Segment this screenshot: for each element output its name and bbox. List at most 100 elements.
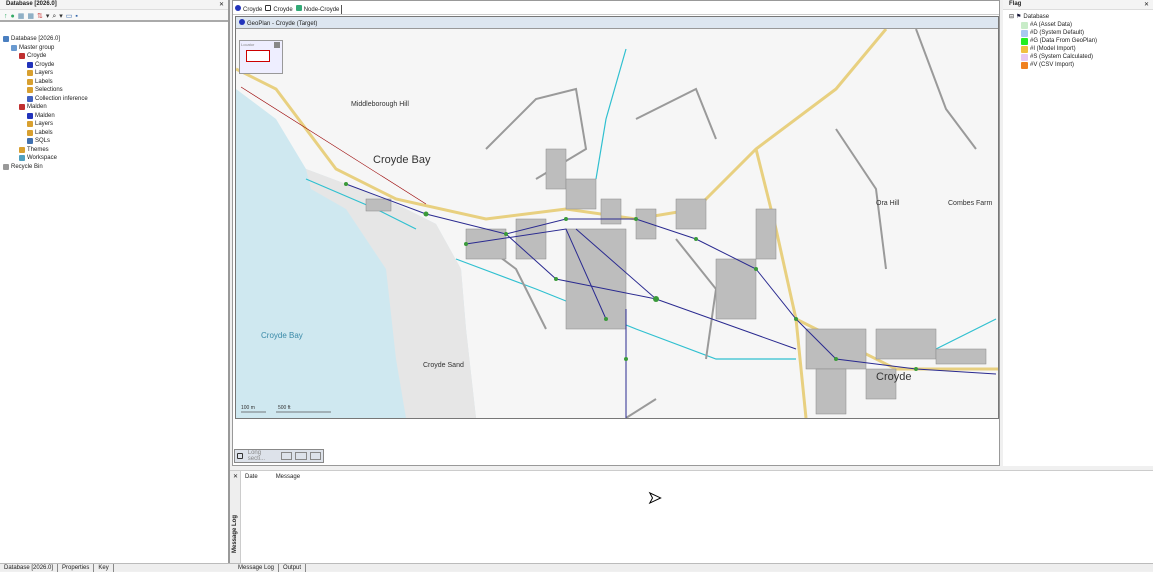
tree-item[interactable]: SQLs <box>3 137 228 146</box>
tree-item-label: Database [2026.0] <box>11 36 61 42</box>
tree-item-label: SQLs <box>35 138 51 144</box>
database-panel: Database [2026.0] ✕ ↑●▦▦⇅▾⌕▾▭▪ Database … <box>0 0 230 563</box>
message-log-side-tab[interactable]: ✕ Message Log <box>230 471 241 564</box>
column-message[interactable]: Message <box>276 474 300 480</box>
center-bottom-tabs: Message Log Output <box>230 563 1153 572</box>
tree-node-icon <box>11 44 17 51</box>
restore-button[interactable] <box>280 452 293 460</box>
database-toolbar: ↑●▦▦⇅▾⌕▾▭▪ <box>0 10 228 22</box>
tree-item-label: Labels <box>35 78 53 85</box>
map-label-middleborough-hill: Middleborough Hill <box>351 101 409 108</box>
tree-item[interactable]: Master group <box>3 44 228 53</box>
tree-item-label: Layers <box>35 70 54 76</box>
tree-item[interactable]: Selections <box>3 86 228 95</box>
close-button[interactable] <box>309 452 321 460</box>
tree-node-icon <box>27 129 33 136</box>
flag-color-swatch <box>1021 46 1028 53</box>
map-label-ora-hill: Ora Hill <box>876 200 900 207</box>
tree-node-icon <box>3 36 9 43</box>
left-bottom-tabs: Database [2026.0] Properties Key <box>0 563 230 572</box>
column-date[interactable]: Date <box>245 474 258 480</box>
close-icon[interactable]: ✕ <box>219 1 224 8</box>
tree-node-icon <box>27 112 33 119</box>
tree-item[interactable]: Croyde <box>3 61 228 70</box>
flag-list: #A (Asset Data) #D (System Default) #G (Da… <box>1009 22 1153 70</box>
flag-root[interactable]: ⊟ ⚑ Database <box>1009 13 1153 22</box>
mouse-cursor: ➤ <box>647 490 662 508</box>
map-label-croyde-sand: Croyde Sand <box>423 362 464 369</box>
tree-node-icon <box>19 155 25 162</box>
window-icon[interactable]: ▭▪ <box>66 13 81 20</box>
tree-item-label: Labels <box>35 129 53 136</box>
tree-item[interactable]: Labels <box>3 78 228 87</box>
locator-view-rect <box>246 50 270 62</box>
long-section-icon <box>237 453 243 459</box>
tree-item[interactable]: Database [2026.0] <box>3 35 228 44</box>
map-label-combes-farm: Combes Farm <box>948 200 993 207</box>
find-icon[interactable]: ▾⌕▾ <box>46 13 66 20</box>
tree-item-label: Selections <box>35 87 63 93</box>
flag-color-swatch <box>1021 30 1028 37</box>
tree-node-icon <box>27 95 33 102</box>
refresh-icon[interactable]: ● <box>11 13 18 20</box>
locator-window[interactable]: Locator <box>239 40 283 74</box>
flag-color-swatch <box>1021 62 1028 69</box>
scale-label-feet: 500 ft <box>278 405 291 411</box>
flag-item-label: #V (CSV Import) <box>1030 62 1075 69</box>
close-icon[interactable]: ✕ <box>1144 1 1149 8</box>
tree-item-label: Malden <box>35 112 55 119</box>
map-label-croyde-bay-sea: Croyde Bay <box>261 331 303 340</box>
tree-node-icon <box>27 78 33 85</box>
long-section-minimized[interactable]: Long secti... <box>234 449 324 463</box>
tree-item-label: Croyde <box>27 53 47 59</box>
tree-node-icon <box>27 138 33 145</box>
tree-item-label: Master group <box>19 44 55 51</box>
flag-color-swatch <box>1021 38 1028 45</box>
geoplan-window: GeoPlan - Croyde (Target) Middleborough … <box>235 16 999 419</box>
tab-croyde-network[interactable]: Croyde <box>235 5 262 14</box>
map-label-croyde-bay-town: Croyde Bay <box>373 154 431 166</box>
tree-item[interactable]: Malden <box>3 112 228 121</box>
sort-icon[interactable]: ⇅ <box>37 13 46 20</box>
message-log-side-label: Message Log <box>232 514 239 554</box>
tree-item[interactable]: Collection inference <box>3 95 228 104</box>
tree-node-icon <box>19 146 25 153</box>
tree-item[interactable]: Workspace <box>3 154 228 163</box>
tree-node-icon <box>27 70 33 77</box>
tree-item[interactable]: Malden <box>3 103 228 112</box>
map-label-croyde: Croyde <box>876 371 912 383</box>
geoplan-icon <box>265 5 272 11</box>
grid-icon <box>295 5 302 11</box>
tree-item[interactable]: Labels <box>3 129 228 138</box>
grid-icon[interactable]: ▦▦ <box>18 13 37 20</box>
tree-item-label: Collection inference <box>35 95 88 102</box>
flag-color-swatch <box>1021 22 1028 29</box>
tree-item[interactable]: Recycle Bin <box>3 163 228 172</box>
tree-item[interactable]: Themes <box>3 146 228 155</box>
tab-croyde-geoplan[interactable]: Croyde <box>265 5 293 14</box>
tree-item-label: Croyde <box>35 61 55 68</box>
document-tabs: Croyde Croyde Node-Croyde <box>233 1 999 15</box>
flag-item[interactable]: #V (CSV Import) <box>1009 62 1153 70</box>
network-icon <box>235 5 241 11</box>
database-panel-title: Database [2026.0] <box>0 0 228 10</box>
flag-panel-title: Flag <box>1003 0 1153 10</box>
tree-item[interactable]: Layers <box>3 120 228 129</box>
tree-node-icon <box>19 104 25 111</box>
tree-item[interactable]: Croyde <box>3 52 228 61</box>
tree-item-label: Workspace <box>27 155 57 161</box>
tree-item-label: Malden <box>27 104 47 110</box>
locator-close-icon[interactable] <box>274 42 280 48</box>
tree-node-icon <box>3 163 9 170</box>
tab-node-croyde[interactable]: Node-Croyde <box>295 5 343 14</box>
scale-label-metres: 100 m <box>241 405 255 411</box>
maximize-button[interactable] <box>295 452 307 460</box>
close-icon[interactable]: ✕ <box>233 473 238 480</box>
flag-icon: ⚑ <box>1016 14 1022 20</box>
map-canvas[interactable] <box>236 29 998 418</box>
tree-node-icon <box>19 53 25 60</box>
long-section-label: Long secti... <box>247 450 266 462</box>
document-area: Croyde Croyde Node-Croyde GeoPlan - Croy… <box>232 0 1000 466</box>
tree-item[interactable]: Layers <box>3 69 228 78</box>
tree-node-icon <box>27 87 33 94</box>
